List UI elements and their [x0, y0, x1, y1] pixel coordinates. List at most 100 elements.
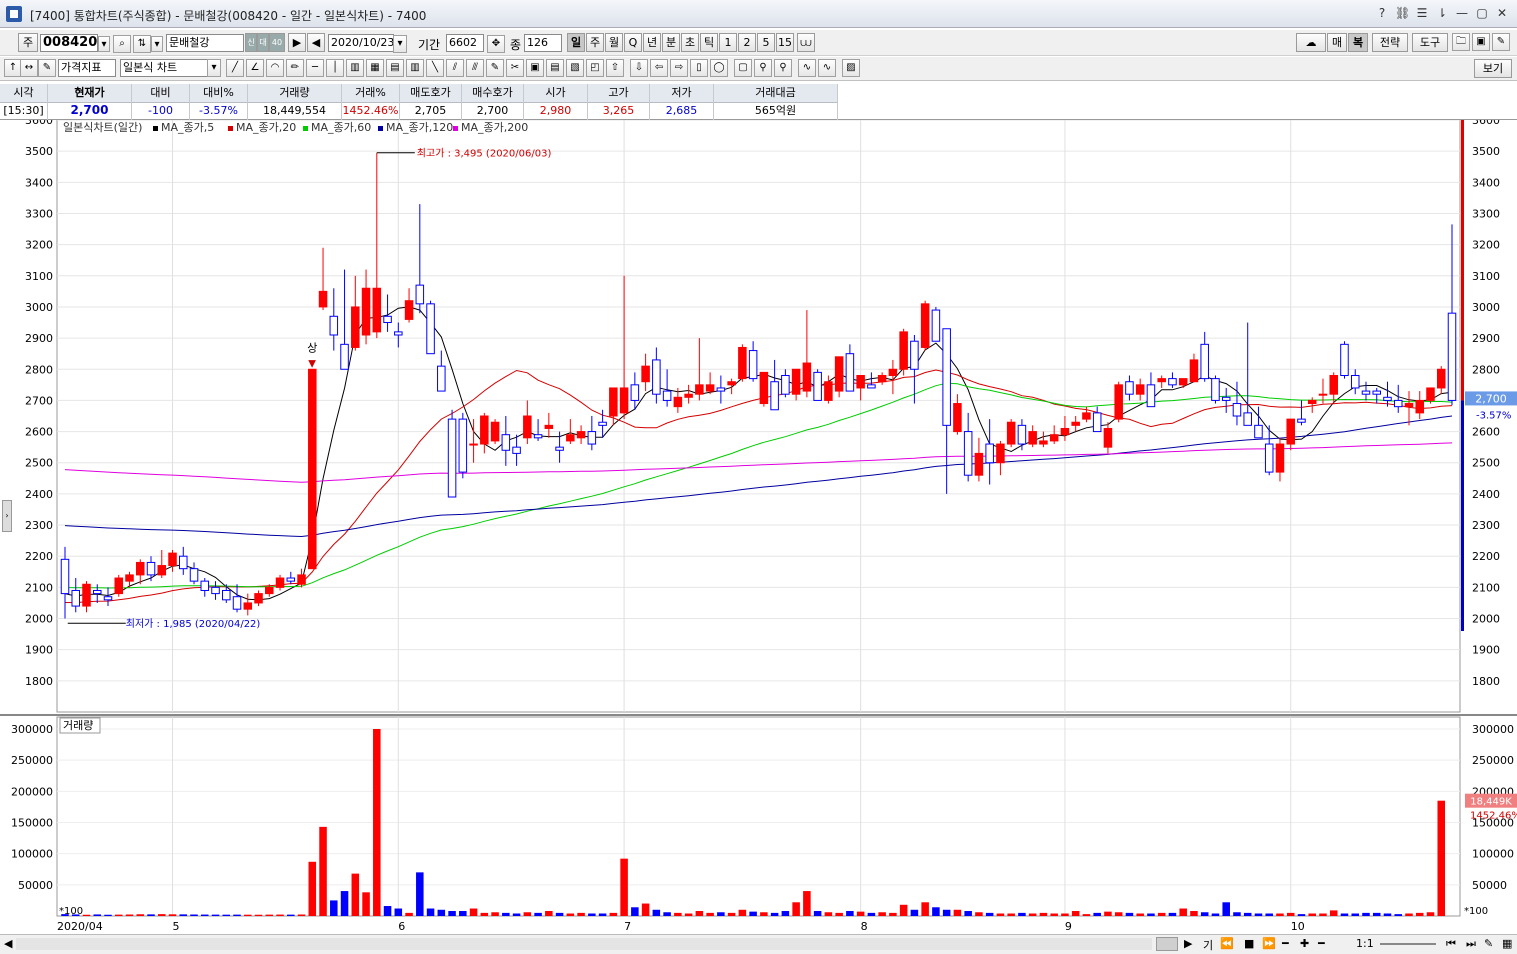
price-tick-left: 2800 — [25, 363, 53, 376]
color-tool-icon[interactable]: ▣ — [526, 59, 544, 77]
chart-type-dropdown-icon[interactable]: ▾ — [207, 59, 221, 77]
hline-tool-icon[interactable]: ─ — [306, 59, 324, 77]
pencil-icon[interactable]: ✎ — [1484, 937, 1493, 950]
quote-header-row: 시각 현재가 대비 대비% 거래량 거래% 매도호가 매수호가 시가 고가 저가 거래대금 — [0, 84, 838, 103]
indicator-select[interactable]: 가격지표 — [58, 59, 116, 77]
zoom-tool-icon[interactable]: ⚲ — [754, 59, 772, 77]
period-button-7[interactable]: 틱 — [700, 33, 718, 52]
zoom-minus-icon[interactable]: ━ — [1318, 937, 1325, 950]
window-menu-icon[interactable]: ☰ — [1415, 5, 1429, 21]
tools-button[interactable]: 도구 — [1412, 33, 1448, 52]
candle-body — [415, 284, 425, 305]
pen-tool-icon[interactable]: ✏ — [286, 59, 304, 77]
select-tool-icon[interactable]: ◰ — [586, 59, 604, 77]
search-icon[interactable]: ⌕ — [113, 35, 131, 53]
sort-dropdown-icon[interactable]: ▾ — [151, 36, 163, 52]
compound-button[interactable]: 복 — [1348, 33, 1368, 52]
next-arrow-button[interactable]: ▶ — [288, 33, 306, 52]
fan-tool-icon[interactable]: ⫻ — [466, 59, 484, 77]
first-page-icon[interactable]: ⏮ — [1446, 937, 1456, 951]
line-tool-icon[interactable]: ╱ — [226, 59, 244, 77]
cut-tool-icon[interactable]: ✂ — [506, 59, 524, 77]
period-button-9[interactable]: 2 — [738, 33, 756, 52]
wrench-icon[interactable]: ✎ — [1492, 33, 1510, 51]
period-button-8[interactable]: 1 — [719, 33, 737, 52]
channel-tool-icon[interactable]: ⫽ — [446, 59, 464, 77]
zoom-out-icon[interactable]: ━ — [1282, 937, 1289, 950]
scroll-track[interactable] — [16, 938, 1152, 950]
wave1-tool-icon[interactable]: ∿ — [798, 59, 816, 77]
cloud-icon[interactable]: ☁ — [1296, 33, 1326, 52]
rewind-icon[interactable]: ⏪ — [1220, 937, 1234, 950]
pattern-tool-icon[interactable]: ▧ — [566, 59, 584, 77]
period-button-3[interactable]: Q — [624, 33, 642, 52]
stop-icon[interactable]: ■ — [1244, 937, 1254, 950]
chart-type-select[interactable]: 일본식 차트 — [120, 59, 208, 77]
count-input[interactable]: 126 — [524, 34, 562, 52]
fibo-tool-icon[interactable]: ▥ — [346, 59, 364, 77]
zoom-slider[interactable] — [1380, 943, 1436, 945]
save-icon[interactable]: ▣ — [1472, 33, 1490, 51]
side-panel-toggle[interactable]: › — [2, 500, 12, 532]
draw-tool-icon[interactable]: ✎ — [486, 59, 504, 77]
chart-svg[interactable]: 1800 1800 1900 1900 2000 2000 2100 2100 2200 2200… — [0, 114, 1517, 934]
link-icon[interactable]: ⛓ — [1395, 5, 1410, 21]
expand-icon[interactable]: ↔ — [20, 59, 38, 77]
scroll-right-icon[interactable]: ▶ — [1184, 937, 1192, 950]
period-button-11[interactable]: 15 — [776, 33, 794, 52]
period-button-0[interactable]: 일 — [567, 33, 585, 52]
page-tool-icon[interactable]: ▯ — [690, 59, 708, 77]
edit-icon[interactable]: ✎ — [38, 59, 56, 77]
date-dropdown-icon[interactable]: ▾ — [393, 35, 407, 53]
strategy-button[interactable]: 전략 — [1372, 33, 1408, 52]
period-button-5[interactable]: 분 — [662, 33, 680, 52]
maximize-icon[interactable]: ▢ — [1475, 5, 1489, 21]
image-tool-icon[interactable]: ▨ — [842, 59, 860, 77]
right-tool-icon[interactable]: ⇨ — [670, 59, 688, 77]
period-button-10[interactable]: 5 — [757, 33, 775, 52]
angle-tool-icon[interactable]: ∠ — [246, 59, 264, 77]
scroll-left-icon[interactable]: ◀ — [4, 937, 12, 950]
stock-code-input[interactable]: 008420 — [40, 34, 98, 52]
date-input[interactable]: 2020/10/23 — [328, 34, 394, 52]
period-button-2[interactable]: 월 — [605, 33, 623, 52]
period-button-1[interactable]: 주 — [586, 33, 604, 52]
close-icon[interactable]: ✕ — [1495, 5, 1509, 21]
arc-tool-icon[interactable]: ◠ — [266, 59, 284, 77]
fast-forward-icon[interactable]: ⏩ — [1262, 937, 1276, 950]
grid-tool-icon[interactable]: ▦ — [366, 59, 384, 77]
minimize-icon[interactable]: — — [1455, 5, 1469, 21]
magnify-tool-icon[interactable]: ⚲ — [774, 59, 792, 77]
fill-tool-icon[interactable]: ▤ — [546, 59, 564, 77]
code-dropdown-icon[interactable]: ▾ — [98, 36, 110, 52]
up-tool-icon[interactable]: ⇧ — [606, 59, 624, 77]
wave-icon[interactable]: ⩊ — [797, 33, 815, 52]
prev-arrow-button[interactable]: ◀ — [307, 33, 325, 52]
trend-tool-icon[interactable]: ╲ — [426, 59, 444, 77]
move-icon[interactable]: ✥ — [487, 35, 505, 53]
box-tool-icon[interactable]: ▥ — [406, 59, 424, 77]
pin-icon[interactable]: ⇂ — [1435, 5, 1449, 21]
period-input[interactable]: 6602 — [446, 34, 484, 52]
help-icon[interactable]: ? — [1375, 5, 1389, 21]
gann-tool-icon[interactable]: ▤ — [386, 59, 404, 77]
down-tool-icon[interactable]: ⇩ — [630, 59, 648, 77]
rect-tool-icon[interactable]: ▢ — [734, 59, 752, 77]
grid-icon[interactable]: ▦ — [1502, 937, 1512, 950]
volume-bar — [835, 912, 843, 916]
sort-icon[interactable]: ⇅ — [133, 35, 151, 53]
circle-tool-icon[interactable]: ◯ — [710, 59, 728, 77]
buy-button[interactable]: 매 — [1327, 33, 1347, 52]
period-button-4[interactable]: 년 — [643, 33, 661, 52]
scroll-thumb[interactable] — [1156, 937, 1178, 951]
wave2-tool-icon[interactable]: ∿ — [818, 59, 836, 77]
vline-tool-icon[interactable]: │ — [326, 59, 344, 77]
folder-icon[interactable]: 🗀 — [1452, 33, 1470, 51]
market-button[interactable]: 주 — [18, 33, 38, 52]
zoom-in-icon[interactable]: ✚ — [1300, 937, 1309, 950]
view-button[interactable]: 보기 — [1474, 59, 1512, 78]
left-tool-icon[interactable]: ⇦ — [650, 59, 668, 77]
period-button-6[interactable]: 초 — [681, 33, 699, 52]
last-page-icon[interactable]: ⏭ — [1466, 937, 1476, 951]
chart-area[interactable]: 1800 1800 1900 1900 2000 2000 2100 2100 2200 2200… — [0, 114, 1517, 934]
